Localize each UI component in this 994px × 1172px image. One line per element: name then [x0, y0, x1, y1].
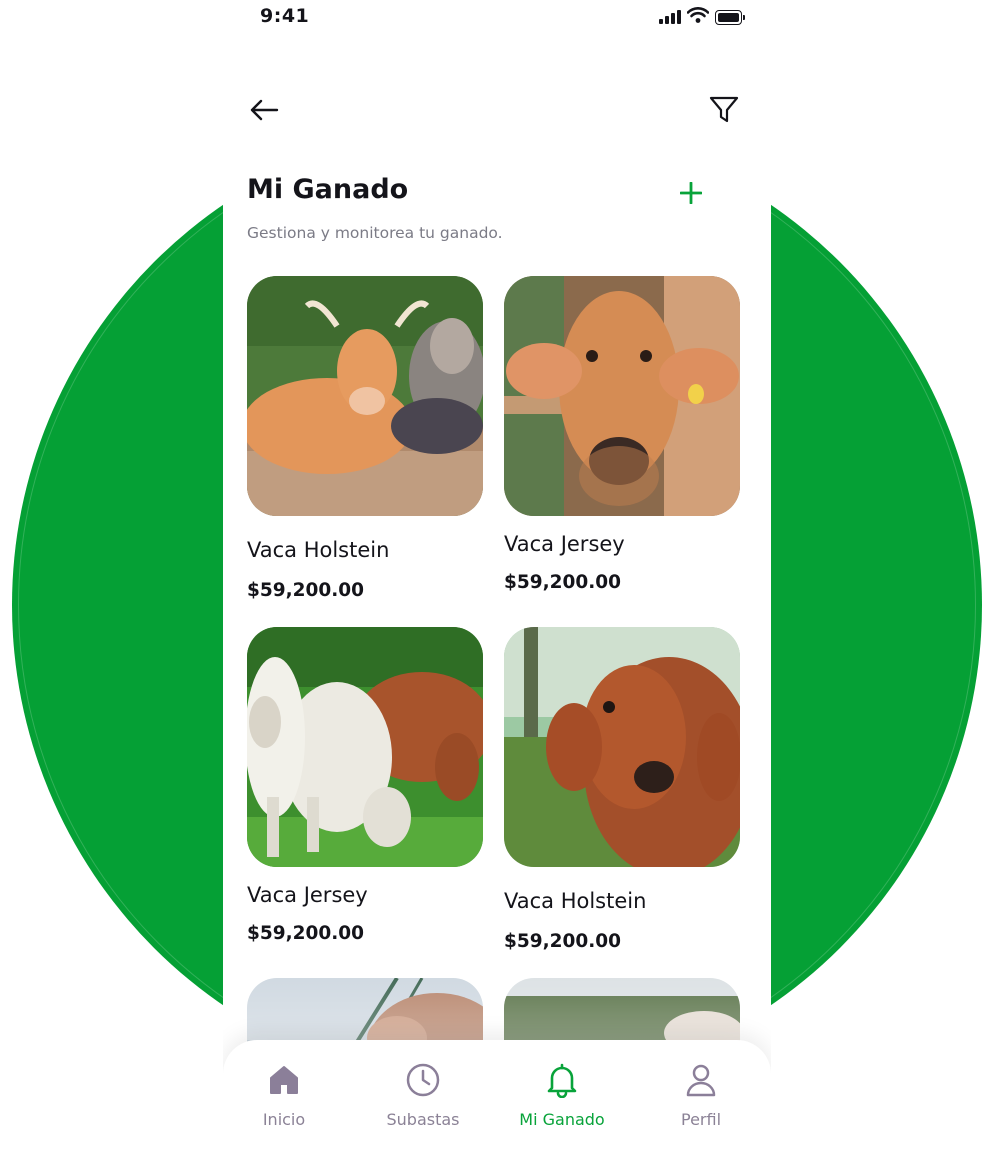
signal-icon	[659, 10, 681, 24]
tab-subastas[interactable]: Subastas	[363, 1060, 483, 1129]
cattle-photo	[504, 276, 740, 516]
status-icons	[659, 7, 745, 27]
plus-icon	[680, 182, 702, 204]
cattle-name: Vaca Jersey	[504, 532, 625, 556]
tab-label: Perfil	[680, 1110, 722, 1129]
cattle-card[interactable]: Vaca Jersey $59,200.00	[247, 627, 483, 944]
bell-icon	[542, 1060, 582, 1100]
tab-label: Inicio	[262, 1110, 306, 1129]
status-bar: 9:41	[223, 0, 771, 40]
scroll-fade	[223, 950, 771, 1040]
cattle-photo	[504, 627, 740, 867]
cattle-price: $59,200.00	[504, 572, 622, 593]
battery-icon	[715, 9, 745, 25]
bottom-tab-bar: Inicio Subastas Mi Ganado Perfil	[223, 1040, 771, 1172]
cattle-name: Vaca Holstein	[504, 889, 647, 913]
tab-perfil[interactable]: Perfil	[641, 1060, 761, 1129]
cattle-card[interactable]: Vaca Holstein $59,200.00	[504, 627, 740, 952]
arrow-left-icon	[250, 99, 279, 121]
page-title: Mi Ganado	[247, 174, 409, 205]
back-button[interactable]	[247, 94, 281, 126]
cattle-card[interactable]: Vaca Holstein $59,200.00	[247, 276, 483, 601]
phone-screen: 9:41 Mi Ganado Gestiona y monitorea tu g…	[223, 0, 771, 1172]
cattle-photo	[247, 276, 483, 516]
home-icon	[264, 1060, 304, 1100]
cattle-name: Vaca Holstein	[247, 538, 390, 562]
filter-button[interactable]	[707, 94, 741, 126]
filter-icon	[709, 96, 739, 123]
cattle-name: Vaca Jersey	[247, 883, 368, 907]
cattle-price: $59,200.00	[247, 923, 365, 944]
user-icon	[681, 1060, 721, 1100]
cattle-price: $59,200.00	[247, 580, 365, 601]
clock-icon	[403, 1060, 443, 1100]
tab-label: Mi Ganado	[519, 1110, 605, 1129]
status-time: 9:41	[260, 5, 310, 27]
cattle-photo	[247, 627, 483, 867]
cattle-card[interactable]: Vaca Jersey $59,200.00	[504, 276, 740, 593]
page-subtitle: Gestiona y monitorea tu ganado.	[247, 224, 503, 242]
add-cattle-button[interactable]	[675, 176, 707, 210]
tab-mi-ganado[interactable]: Mi Ganado	[502, 1060, 622, 1129]
tab-inicio[interactable]: Inicio	[224, 1060, 344, 1129]
cattle-price: $59,200.00	[504, 931, 622, 952]
tab-label: Subastas	[386, 1110, 460, 1129]
wifi-icon	[686, 7, 710, 27]
